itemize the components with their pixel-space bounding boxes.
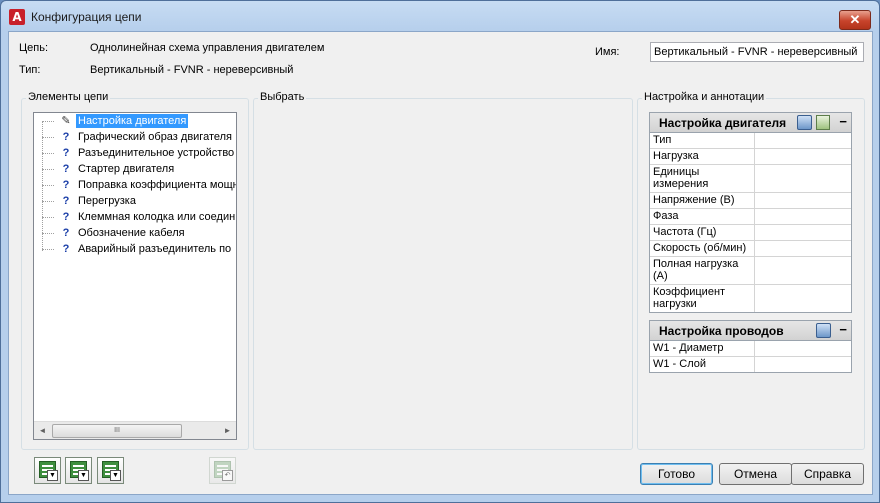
property-label: Напряжение (В) [650, 193, 755, 208]
property-row[interactable]: Напряжение (В) [650, 193, 851, 209]
tree-item-disconnect-device[interactable]: ? Разъединительное устройство [42, 145, 236, 161]
save-to-file-button[interactable]: ▼ [65, 457, 92, 484]
property-row[interactable]: Частота (Гц) [650, 225, 851, 241]
cancel-button[interactable]: Отмена [719, 463, 792, 485]
property-label: W1 - Слой [650, 357, 755, 372]
collapse-motor-panel-button[interactable]: − [839, 114, 847, 129]
circuit-elements-tree[interactable]: ✎ Настройка двигателя ? Графический обра… [33, 112, 237, 440]
tree-item-motor-graphic[interactable]: ? Графический образ двигателя [42, 129, 236, 145]
property-row[interactable]: Тип [650, 133, 851, 149]
property-row[interactable]: Нагрузка [650, 149, 851, 165]
save-as-button[interactable]: ▼ [97, 457, 124, 484]
collapse-wire-panel-button[interactable]: − [839, 322, 847, 337]
circuit-elements-title: Элементы цепи [26, 91, 111, 103]
dialog-client: Цепь: Однолинейная схема управления двиг… [8, 31, 873, 495]
tree-item-terminal-block[interactable]: ? Клеммная колодка или соедин [42, 209, 236, 225]
save-circuit-button[interactable]: ▼ [34, 457, 61, 484]
tree-item-label: Графический образ двигателя [78, 131, 232, 143]
tree-item-label: Обозначение кабеля [78, 227, 185, 239]
scroll-right-arrow[interactable]: ► [219, 422, 236, 439]
tree-item-label: Разъединительное устройство [78, 147, 235, 159]
motor-settings-panel: Настройка двигателя − Тип Нагрузка Едини… [649, 112, 852, 313]
tree-item-label: Клеммная колодка или соедин [78, 211, 236, 223]
property-label: Нагрузка [650, 149, 755, 164]
question-icon: ? [62, 131, 70, 143]
tree-item-motor-setup[interactable]: ✎ Настройка двигателя [42, 113, 236, 129]
tree-item-motor-starter[interactable]: ? Стартер двигателя [42, 161, 236, 177]
settings-annotations-title: Настройка и аннотации [642, 91, 767, 103]
motor-settings-header: Настройка двигателя − [650, 113, 851, 133]
name-input[interactable] [650, 42, 864, 62]
question-icon: ? [62, 211, 70, 223]
motor-settings-title: Настройка двигателя [659, 116, 787, 130]
ok-button[interactable]: Готово [640, 463, 713, 485]
tree-horizontal-scrollbar[interactable]: ◄ III ► [34, 421, 236, 439]
question-icon: ? [62, 163, 70, 175]
select-group-title: Выбрать [258, 91, 307, 103]
save-arrow-icon: ▼ [78, 470, 89, 481]
tree-item-label: Стартер двигателя [78, 163, 175, 175]
tree-item-label: Перегрузка [78, 195, 136, 207]
close-button[interactable]: ✕ [839, 10, 871, 30]
select-group: Выбрать [253, 91, 633, 450]
tree-item-power-factor[interactable]: ? Поправка коэффициента мощн [42, 177, 237, 193]
tree-item-emergency-disconnect[interactable]: ? Аварийный разъединитель по [42, 241, 236, 257]
property-label: Тип [650, 133, 755, 148]
wire-settings-header: Настройка проводов − [650, 321, 851, 341]
property-row[interactable]: Коэффициент нагрузки [650, 285, 851, 312]
undo-arrow-icon: ↶ [222, 470, 233, 481]
tree-item-cable-marker[interactable]: ? Обозначение кабеля [42, 225, 236, 241]
property-label: Полная нагрузка (A) [650, 257, 755, 284]
property-row[interactable]: W1 - Слой [650, 357, 851, 372]
zoom-icon[interactable] [816, 323, 831, 338]
help-button[interactable]: Справка [791, 463, 864, 485]
name-label: Имя: [595, 46, 620, 58]
type-label: Тип: [19, 64, 41, 76]
property-row[interactable]: W1 - Диаметр [650, 341, 851, 357]
circuit-value: Однолинейная схема управления двигателем [90, 42, 325, 54]
pencil-icon: ✎ [61, 115, 71, 127]
save-arrow-icon: ▼ [47, 470, 58, 481]
restore-button[interactable]: ↶ [209, 457, 236, 484]
question-icon: ? [62, 227, 70, 239]
property-label: Коэффициент нагрузки [650, 285, 755, 312]
wire-settings-title: Настройка проводов [659, 324, 784, 338]
title-bar[interactable]: A Конфигурация цепи ✕ [1, 1, 879, 31]
scroll-thumb[interactable]: III [52, 424, 182, 438]
property-label: Скорость (об/мин) [650, 241, 755, 256]
question-icon: ? [62, 195, 70, 207]
question-icon: ? [62, 147, 70, 159]
insert-symbol-icon[interactable] [816, 115, 830, 130]
scroll-left-arrow[interactable]: ◄ [34, 422, 51, 439]
save-arrow-icon: ▼ [110, 470, 121, 481]
property-row[interactable]: Скорость (об/мин) [650, 241, 851, 257]
property-label: Единицы измерения [650, 165, 755, 192]
property-row[interactable]: Фаза [650, 209, 851, 225]
window-title: Конфигурация цепи [31, 10, 142, 24]
tree-item-label: Аварийный разъединитель по [78, 243, 232, 255]
autocad-app-icon: A [9, 9, 25, 25]
type-value: Вертикальный - FVNR - нереверсивный [90, 64, 294, 76]
property-label: Фаза [650, 209, 755, 224]
property-row[interactable]: Единицы измерения [650, 165, 851, 193]
property-label: W1 - Диаметр [650, 341, 755, 356]
dialog-window: A Конфигурация цепи ✕ Цепь: Однолинейная… [0, 0, 880, 503]
property-label: Частота (Гц) [650, 225, 755, 240]
zoom-icon[interactable] [797, 115, 812, 130]
tree-item-label: Поправка коэффициента мощн [78, 179, 237, 191]
question-icon: ? [62, 179, 70, 191]
circuit-label: Цепь: [19, 42, 48, 54]
tree-item-overload[interactable]: ? Перегрузка [42, 193, 236, 209]
question-icon: ? [62, 243, 70, 255]
wire-settings-panel: Настройка проводов − W1 - Диаметр W1 - С… [649, 320, 852, 373]
tree-item-label: Настройка двигателя [74, 113, 190, 129]
property-row[interactable]: Полная нагрузка (A) [650, 257, 851, 285]
